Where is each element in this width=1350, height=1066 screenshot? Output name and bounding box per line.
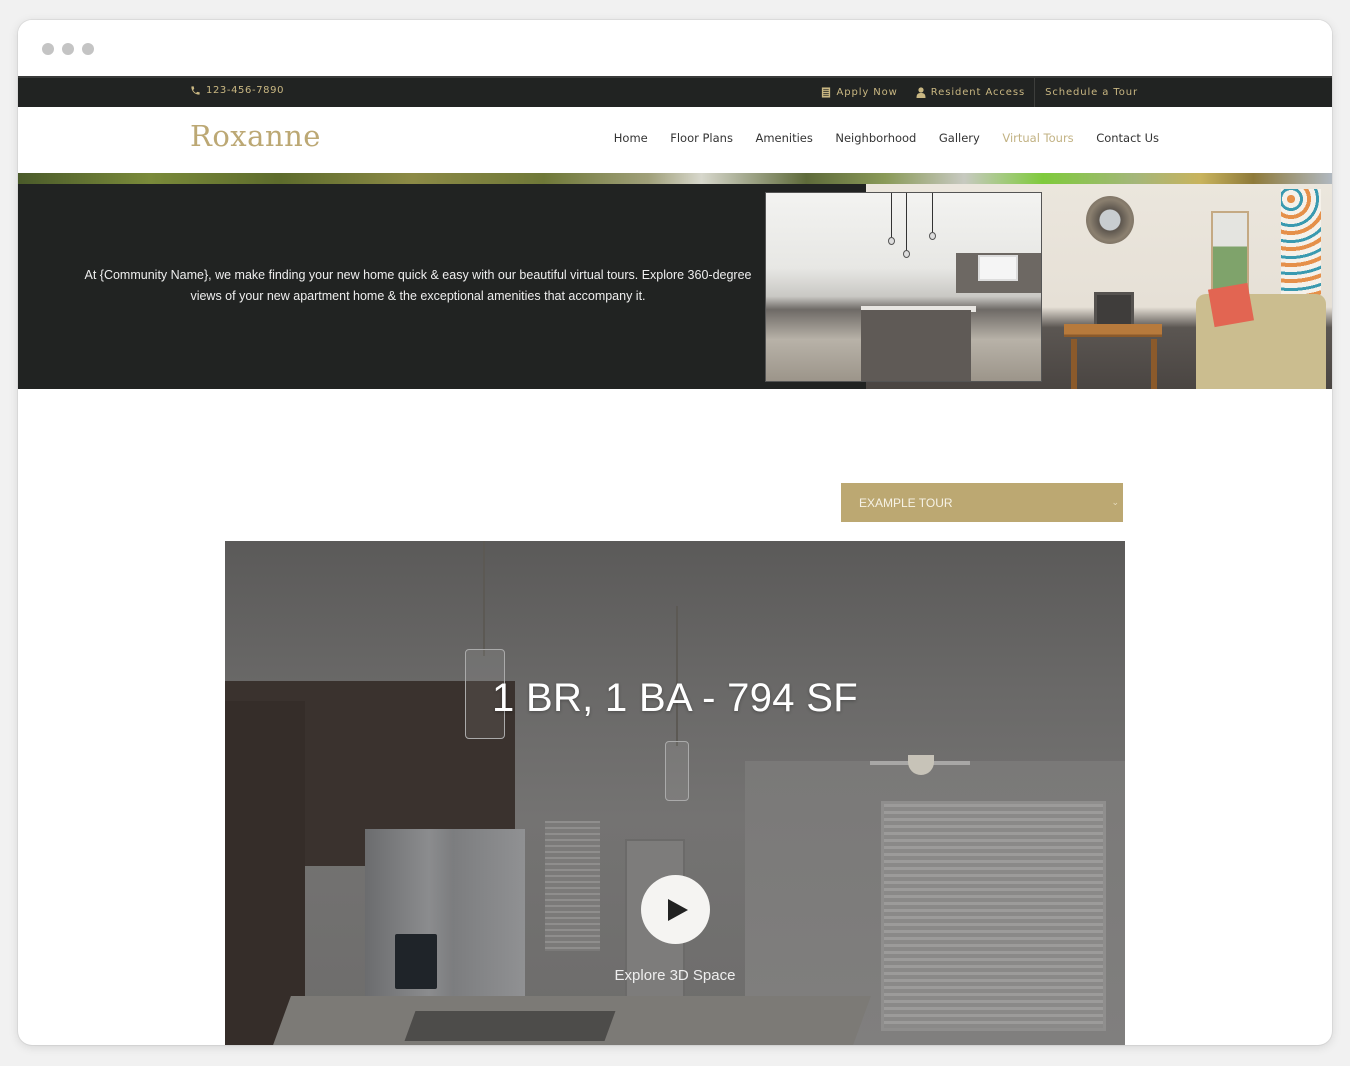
schedule-tour-label: Schedule a Tour bbox=[1045, 87, 1138, 98]
window-control-dot[interactable] bbox=[42, 43, 54, 55]
pendant-cord bbox=[891, 193, 892, 238]
site-logo[interactable]: Roxanne bbox=[190, 119, 321, 153]
pendant-cord bbox=[932, 193, 933, 233]
main-nav: Home Floor Plans Amenities Neighborhood … bbox=[591, 131, 1159, 145]
nav-contact-us[interactable]: Contact Us bbox=[1096, 131, 1159, 145]
site-header: Roxanne Home Floor Plans Amenities Neigh… bbox=[18, 107, 1332, 173]
nav-virtual-tours[interactable]: Virtual Tours bbox=[1002, 131, 1073, 145]
schedule-tour-link[interactable]: Schedule a Tour bbox=[1034, 78, 1147, 107]
tour-dropdown-value: EXAMPLE TOUR bbox=[859, 495, 953, 510]
hero-section: At {Community Name}, we make finding you… bbox=[18, 173, 1332, 389]
tour-lower-cabinets bbox=[225, 701, 305, 1045]
pendant-cord bbox=[906, 193, 907, 251]
tour-title: 1 BR, 1 BA - 794 SF bbox=[492, 676, 858, 720]
tour-side-window bbox=[545, 821, 600, 951]
tour-pendant-glass bbox=[665, 741, 689, 801]
virtual-tour-viewer[interactable]: 1 BR, 1 BA - 794 SF Explore 3D Space bbox=[225, 541, 1125, 1045]
pendant-bulb bbox=[903, 250, 910, 258]
kitchen-island bbox=[861, 310, 971, 381]
fan-blade bbox=[930, 761, 970, 765]
phone-number: 123-456-7890 bbox=[206, 85, 285, 96]
hero-intro-text: At {Community Name}, we make finding you… bbox=[84, 268, 752, 303]
tour-dropdown[interactable]: EXAMPLE TOUR ⌄ bbox=[841, 483, 1123, 522]
tour-pendant-cord bbox=[483, 541, 485, 656]
document-icon bbox=[822, 87, 831, 98]
apply-now-label: Apply Now bbox=[836, 87, 898, 98]
coffee-table-decor bbox=[1064, 324, 1162, 389]
utility-bar: 123-456-7890 Apply Now Resident Access S… bbox=[18, 76, 1332, 107]
explore-3d-label[interactable]: Explore 3D Space bbox=[225, 967, 1125, 984]
nav-gallery[interactable]: Gallery bbox=[939, 131, 980, 145]
hero-background-photo bbox=[18, 173, 1332, 184]
table-leg bbox=[1071, 339, 1077, 389]
pendant-bulb bbox=[888, 237, 895, 245]
play-button[interactable] bbox=[641, 875, 710, 944]
phone-icon bbox=[191, 86, 200, 95]
fan-hub bbox=[908, 755, 934, 775]
resident-access-link[interactable]: Resident Access bbox=[907, 78, 1034, 107]
kitchen-photo bbox=[765, 192, 1042, 382]
resident-access-label: Resident Access bbox=[930, 87, 1026, 98]
phone-link[interactable]: 123-456-7890 bbox=[190, 85, 284, 96]
chevron-down-icon: ⌄ bbox=[1111, 497, 1119, 507]
nav-amenities[interactable]: Amenities bbox=[755, 131, 812, 145]
kitchen-window-decor bbox=[978, 255, 1018, 281]
nav-neighborhood[interactable]: Neighborhood bbox=[835, 131, 916, 145]
nav-home[interactable]: Home bbox=[614, 131, 648, 145]
fan-blade bbox=[870, 761, 910, 765]
play-icon bbox=[667, 898, 688, 921]
tour-window-blinds bbox=[881, 801, 1106, 1031]
tour-sink bbox=[404, 1011, 616, 1041]
window-control-dot[interactable] bbox=[62, 43, 74, 55]
tour-ceiling-fan bbox=[870, 753, 970, 775]
utility-links: Apply Now Resident Access Schedule a Tou… bbox=[812, 78, 1147, 107]
apply-now-link[interactable]: Apply Now bbox=[812, 78, 906, 107]
curtain-decor bbox=[1281, 189, 1321, 309]
pillow-decor bbox=[1208, 282, 1254, 328]
mirror-decor bbox=[1086, 196, 1134, 244]
pendant-bulb bbox=[929, 232, 936, 240]
nav-floor-plans[interactable]: Floor Plans bbox=[670, 131, 733, 145]
person-icon bbox=[916, 87, 926, 98]
table-leg bbox=[1151, 339, 1157, 389]
browser-window: 123-456-7890 Apply Now Resident Access S… bbox=[18, 20, 1332, 1045]
browser-titlebar bbox=[18, 20, 1332, 76]
window-control-dot[interactable] bbox=[82, 43, 94, 55]
